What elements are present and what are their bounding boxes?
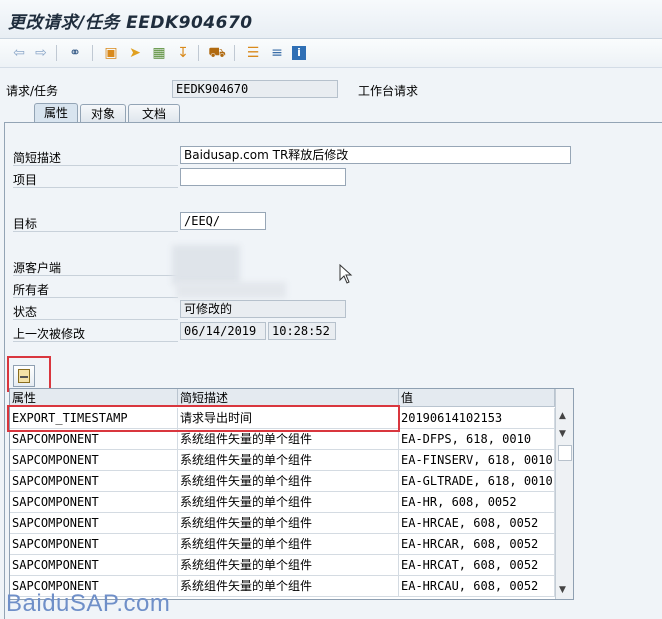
grid-cell-value[interactable]: EA-GLTRADE, 618, 0010 bbox=[399, 471, 555, 492]
label-underline bbox=[13, 319, 178, 320]
align-icon[interactable]: ≡ bbox=[268, 44, 286, 62]
window-title: 更改请求/任务 EEDK904670 bbox=[8, 13, 253, 33]
glasses-display-icon[interactable]: ⚭ bbox=[66, 44, 84, 62]
toolbar-separator bbox=[56, 45, 57, 61]
scroll-down-bottom-icon[interactable]: ▼ bbox=[559, 585, 566, 595]
project-label: 项目 bbox=[13, 173, 38, 187]
tab-documentation[interactable]: 文档 bbox=[128, 104, 180, 122]
grid-cell-description[interactable]: 系统组件矢量的单个组件 bbox=[178, 492, 399, 513]
grid-cell-description[interactable]: 系统组件矢量的单个组件 bbox=[178, 555, 399, 576]
table-row[interactable]: SAPCOMPONENT 系统组件矢量的单个组件 EA-HRCAR, 608, 00… bbox=[10, 534, 555, 555]
scroll-up-icon[interactable]: ▲ bbox=[559, 411, 566, 421]
scroll-thumb[interactable] bbox=[558, 445, 572, 461]
toolbar-separator bbox=[198, 45, 199, 61]
grid-cell-value[interactable]: EA-HRCAU, 608, 0052 bbox=[399, 576, 555, 597]
object-icon[interactable]: ▣ bbox=[102, 44, 120, 62]
grid-vertical-scrollbar[interactable]: ▲ ▼ ▼ bbox=[555, 389, 573, 599]
table-row[interactable]: SAPCOMPONENT 系统组件矢量的单个组件 EA-DFPS, 618, 001… bbox=[10, 429, 555, 450]
grid-cell-description[interactable]: 系统组件矢量的单个组件 bbox=[178, 471, 399, 492]
grid-cell-description[interactable]: 系统组件矢量的单个组件 bbox=[178, 429, 399, 450]
back-arrow-icon[interactable]: ⇦ bbox=[10, 44, 28, 62]
tab-attributes[interactable]: 属性 bbox=[34, 103, 78, 122]
grid-cell-attribute[interactable]: SAPCOMPONENT bbox=[10, 429, 178, 450]
mouse-cursor-icon bbox=[339, 264, 353, 284]
target-label: 目标 bbox=[13, 217, 38, 231]
tab-objects[interactable]: 对象 bbox=[80, 104, 126, 122]
source-client-label: 源客户端 bbox=[13, 261, 62, 275]
request-type-text: 工作台请求 bbox=[358, 84, 419, 98]
table-row[interactable]: SAPCOMPONENT 系统组件矢量的单个组件 EA-GLTRADE, 618, … bbox=[10, 471, 555, 492]
grid-cell-value[interactable]: EA-FINSERV, 618, 0010 bbox=[399, 450, 555, 471]
grid-cell-attribute[interactable]: SAPCOMPONENT bbox=[10, 513, 178, 534]
truck-icon[interactable]: ⛟ bbox=[208, 44, 226, 62]
label-underline bbox=[13, 165, 178, 166]
label-underline bbox=[13, 187, 178, 188]
grid-cell-description[interactable]: 系统组件矢量的单个组件 bbox=[178, 450, 399, 471]
label-underline bbox=[13, 341, 178, 342]
grid-cell-attribute[interactable]: SAPCOMPONENT bbox=[10, 534, 178, 555]
grid-cell-description[interactable]: 系统组件矢量的单个组件 bbox=[178, 513, 399, 534]
status-label: 状态 bbox=[13, 305, 38, 319]
grid-cell-value[interactable]: EA-HR, 608, 0052 bbox=[399, 492, 555, 513]
grid-cell-attribute[interactable]: SAPCOMPONENT bbox=[10, 450, 178, 471]
grid-cell-description[interactable]: 系统组件矢量的单个组件 bbox=[178, 576, 399, 597]
target-field[interactable]: /EEQ/ bbox=[180, 212, 266, 230]
short-desc-field[interactable]: Baidusap.com TR释放后修改 bbox=[180, 146, 571, 164]
last-changed-time-field: 10:28:52 bbox=[268, 322, 336, 340]
status-field: 可修改的 bbox=[180, 300, 346, 318]
watermark-text: BaiduSAP.com bbox=[6, 590, 171, 617]
owner-label: 所有者 bbox=[13, 283, 50, 297]
request-number-field[interactable]: EEDK904670 bbox=[172, 80, 338, 98]
grid-header-value[interactable]: 值 bbox=[399, 389, 555, 407]
label-underline bbox=[13, 297, 178, 298]
highlight-box-button bbox=[7, 356, 51, 392]
table-row[interactable]: SAPCOMPONENT 系统组件矢量的单个组件 EA-HRCAT, 608, 00… bbox=[10, 555, 555, 576]
move-icon[interactable]: ➤ bbox=[126, 44, 144, 62]
table-row[interactable]: SAPCOMPONENT 系统组件矢量的单个组件 EA-HR, 608, 0052 bbox=[10, 492, 555, 513]
project-field[interactable] bbox=[180, 168, 346, 186]
info-icon[interactable]: i bbox=[292, 46, 306, 60]
grid-cell-value[interactable]: EA-HRCAR, 608, 0052 bbox=[399, 534, 555, 555]
hierarchy-icon[interactable]: ▦ bbox=[150, 44, 168, 62]
short-desc-label: 简短描述 bbox=[13, 151, 62, 165]
highlight-box-row bbox=[7, 405, 400, 432]
blurred-source-client bbox=[172, 245, 240, 285]
grid-cell-description[interactable]: 系统组件矢量的单个组件 bbox=[178, 534, 399, 555]
application-toolbar: ⇦ ⇨ ⚭ ▣ ➤ ▦ ↧ ⛟ ☰ ≡ i bbox=[0, 39, 662, 68]
table-row[interactable]: SAPCOMPONENT 系统组件矢量的单个组件 EA-HRCAE, 608, 00… bbox=[10, 513, 555, 534]
forward-arrow-icon[interactable]: ⇨ bbox=[32, 44, 50, 62]
label-underline bbox=[13, 275, 178, 276]
request-label: 请求/任务 bbox=[6, 84, 59, 98]
grid-cell-value[interactable]: EA-DFPS, 618, 0010 bbox=[399, 429, 555, 450]
grid-cell-attribute[interactable]: SAPCOMPONENT bbox=[10, 555, 178, 576]
scroll-down-icon[interactable]: ▼ bbox=[559, 429, 566, 439]
grid-cell-value[interactable]: EA-HRCAT, 608, 0052 bbox=[399, 555, 555, 576]
label-underline bbox=[13, 231, 178, 232]
last-changed-label: 上一次被修改 bbox=[13, 327, 86, 341]
grid-cell-attribute[interactable]: SAPCOMPONENT bbox=[10, 492, 178, 513]
table-row[interactable]: SAPCOMPONENT 系统组件矢量的单个组件 EA-FINSERV, 618, … bbox=[10, 450, 555, 471]
tree-icon[interactable]: ☰ bbox=[244, 44, 262, 62]
title-bar: 更改请求/任务 EEDK904670 bbox=[0, 0, 662, 39]
toolbar-separator bbox=[92, 45, 93, 61]
import-icon[interactable]: ↧ bbox=[174, 44, 192, 62]
blurred-owner bbox=[176, 282, 286, 298]
grid-cell-value[interactable]: 20190614102153 bbox=[399, 408, 555, 429]
grid-cell-value[interactable]: EA-HRCAE, 608, 0052 bbox=[399, 513, 555, 534]
grid-cell-attribute[interactable]: SAPCOMPONENT bbox=[10, 471, 178, 492]
last-changed-date-field: 06/14/2019 bbox=[180, 322, 266, 340]
toolbar-separator bbox=[234, 45, 235, 61]
